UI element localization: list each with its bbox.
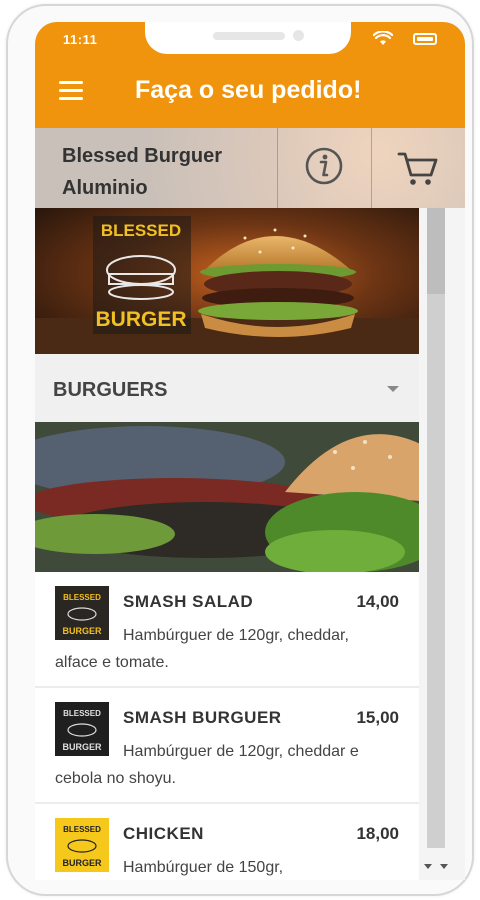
store-bar: Blessed Burguer Aluminio xyxy=(35,128,465,208)
item-description: Hambúrguer de 120gr, cheddar e cebola no… xyxy=(55,743,359,787)
cart-icon xyxy=(397,152,438,185)
scroll-down-arrow-icon[interactable] xyxy=(440,864,448,869)
store-name-box: Blessed Burguer Aluminio xyxy=(35,128,277,208)
menu-item[interactable]: BLESSED BURGER SMASH BURGUER 15,00 Hambú… xyxy=(35,688,419,804)
caret-down-icon xyxy=(387,386,399,392)
phone-frame: 11:11 Faça o seu pedido! Blessed Burguer… xyxy=(6,4,474,896)
svg-text:BLESSED: BLESSED xyxy=(63,825,101,834)
store-name: Blessed Burguer Aluminio xyxy=(62,145,223,199)
menu-content[interactable]: BLESSED BURGER BURGUERS BLESSED BURGER S… xyxy=(35,208,419,880)
menu-item[interactable]: BLESSED BURGER SMASH SALAD 14,00 Hambúrg… xyxy=(35,572,419,688)
banner-image: BLESSED BURGER xyxy=(35,208,419,354)
item-name: SMASH SALAD xyxy=(123,592,254,611)
speaker-grille xyxy=(213,32,285,40)
status-bar: 11:11 xyxy=(35,22,465,56)
cart-button[interactable] xyxy=(371,128,465,208)
store-banner: BLESSED BURGER xyxy=(35,208,419,354)
svg-text:BLESSED: BLESSED xyxy=(63,593,101,602)
item-name: CHICKEN xyxy=(123,824,204,843)
item-description: Hambúrguer de 150gr, xyxy=(123,859,284,876)
svg-text:BLESSED: BLESSED xyxy=(63,709,101,718)
app-header: Faça o seu pedido! xyxy=(35,56,465,128)
phone-notch xyxy=(145,22,351,54)
item-description: Hambúrguer de 120gr, cheddar, alface e t… xyxy=(55,627,349,671)
item-price: 14,00 xyxy=(356,592,399,611)
scrollbar-rail[interactable] xyxy=(427,208,445,848)
scroll-down-arrow-icon[interactable] xyxy=(424,864,432,869)
hamburger-menu-icon[interactable] xyxy=(57,78,87,104)
category-header-burguers[interactable]: BURGUERS xyxy=(35,354,419,422)
menu-item[interactable]: BLESSED BURGER CHICKEN 18,00 Hambúrguer … xyxy=(35,804,419,880)
scrollbar-thumb[interactable] xyxy=(427,208,445,294)
page-title: Faça o seu pedido! xyxy=(135,76,362,104)
front-camera xyxy=(293,30,304,41)
app-screen: 11:11 Faça o seu pedido! Blessed Burguer… xyxy=(35,22,465,880)
banner-logo-top: BLESSED xyxy=(101,221,181,240)
info-button[interactable] xyxy=(277,128,371,208)
battery-icon xyxy=(413,33,437,45)
menu-items-list: BLESSED BURGER SMASH SALAD 14,00 Hambúrg… xyxy=(35,572,419,880)
item-price: 18,00 xyxy=(356,824,399,843)
item-price: 15,00 xyxy=(356,708,399,727)
scrollbar[interactable] xyxy=(419,208,465,880)
wifi-icon xyxy=(373,31,393,45)
category-label: BURGUERS xyxy=(53,379,168,401)
item-name: SMASH BURGUER xyxy=(123,708,282,727)
banner-logo-bottom: BURGER xyxy=(95,308,186,331)
info-icon xyxy=(305,147,343,185)
category-image xyxy=(35,422,419,572)
status-time: 11:11 xyxy=(63,32,98,47)
